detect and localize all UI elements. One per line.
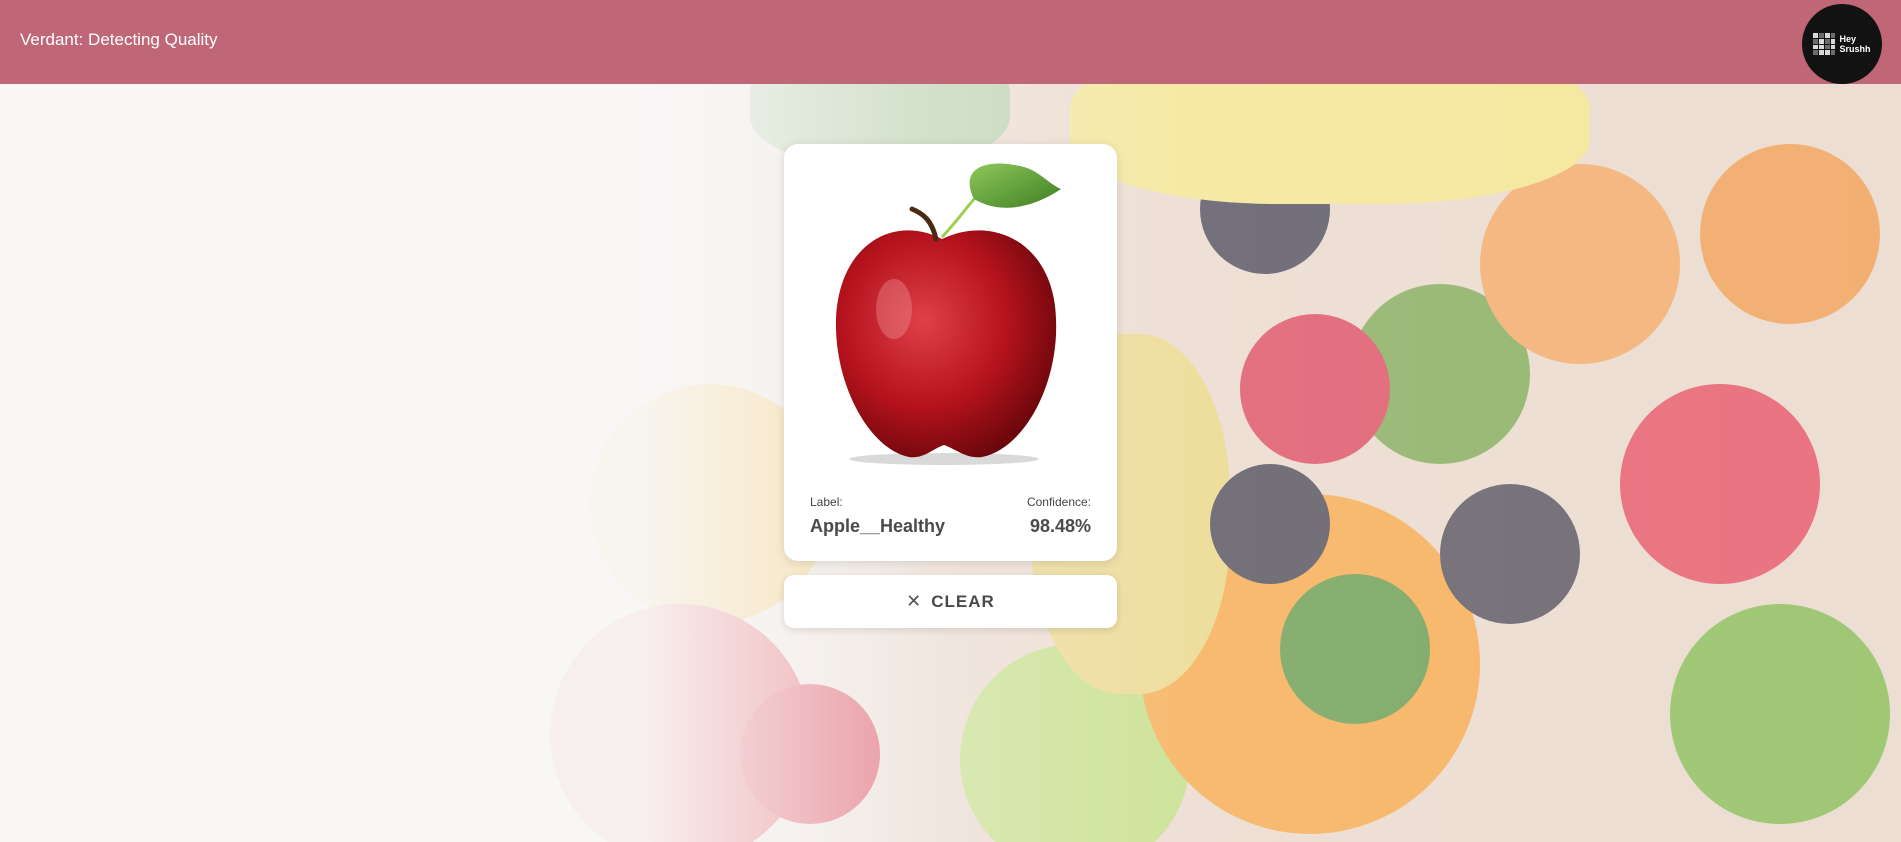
avatar-text: Hey Srushh — [1839, 34, 1870, 54]
red-apple-image — [835, 163, 1061, 465]
label-caption: Label: — [810, 495, 843, 509]
avatar-text-line2: Srushh — [1839, 44, 1871, 54]
avatar-text-line1: Hey — [1839, 34, 1856, 44]
user-avatar[interactable]: Hey Srushh — [1802, 4, 1882, 84]
clear-button[interactable]: ✕ CLEAR — [784, 575, 1117, 628]
avatar-logo-icon — [1813, 33, 1836, 55]
confidence-value: 98.48% — [1029, 516, 1091, 536]
top-app-bar: Verdant: Detecting Quality Hey Srushh — [0, 0, 1901, 84]
prediction-card: Label: Apple__Healthy Confidence: 98.48% — [784, 144, 1117, 561]
label-value: Apple__Healthy — [810, 516, 946, 536]
app-title: Verdant: Detecting Quality — [20, 30, 218, 49]
close-icon: ✕ — [906, 590, 922, 612]
clear-button-label: CLEAR — [931, 591, 995, 611]
confidence-caption: Confidence: — [1026, 495, 1091, 509]
